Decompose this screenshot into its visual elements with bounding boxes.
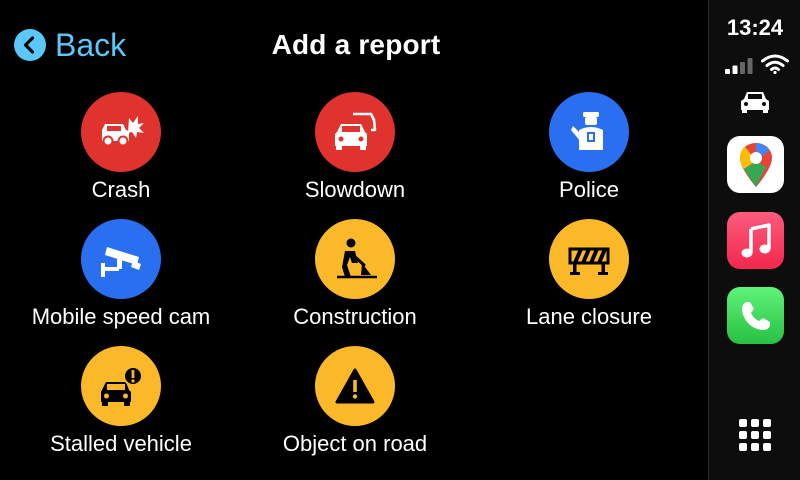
report-label: Construction [293, 304, 417, 329]
report-label: Object on road [282, 431, 428, 456]
wifi-icon [761, 54, 789, 74]
police-icon [549, 92, 629, 172]
report-slowdown-button[interactable]: Slowdown [240, 92, 470, 216]
car-icon [741, 92, 769, 113]
phone-app-icon[interactable] [727, 287, 784, 344]
report-label: Mobile speed cam [31, 304, 211, 329]
app-grid-icon[interactable] [739, 419, 771, 451]
report-construction-button[interactable]: Construction [240, 219, 470, 343]
report-police-button[interactable]: Police [474, 92, 704, 216]
report-object-on-road-button[interactable]: Object on road [240, 346, 470, 470]
report-lane-closure-button[interactable]: Lane closure [474, 219, 704, 343]
construction-worker-icon [315, 219, 395, 299]
carplay-dock: 13:24 [708, 0, 800, 480]
report-label: Police [559, 177, 619, 202]
carplay-screen: Back Add a report Crash Slowdown Police … [0, 0, 800, 480]
report-mobile-speed-cam-button[interactable]: Mobile speed cam [6, 219, 236, 343]
report-label: Slowdown [304, 177, 406, 202]
warning-triangle-icon [315, 346, 395, 426]
lane-closure-barrier-icon [549, 219, 629, 299]
status-time: 13:24 [726, 15, 784, 40]
slowdown-icon [315, 92, 395, 172]
page-title: Add a report [271, 29, 441, 60]
report-panel: Back Add a report Crash Slowdown Police … [0, 0, 708, 480]
report-stalled-vehicle-button[interactable]: Stalled vehicle [6, 346, 236, 470]
report-crash-button[interactable]: Crash [6, 92, 236, 216]
report-label: Lane closure [526, 304, 652, 329]
stalled-vehicle-icon [81, 346, 161, 426]
crash-icon [81, 92, 161, 172]
cellular-signal-icon [725, 58, 753, 74]
status-indicators [721, 52, 793, 74]
speed-camera-icon [81, 219, 161, 299]
google-maps-app-icon[interactable] [727, 136, 784, 193]
music-app-icon[interactable] [727, 212, 784, 269]
report-label: Stalled vehicle [50, 431, 192, 456]
report-label: Crash [91, 177, 151, 202]
